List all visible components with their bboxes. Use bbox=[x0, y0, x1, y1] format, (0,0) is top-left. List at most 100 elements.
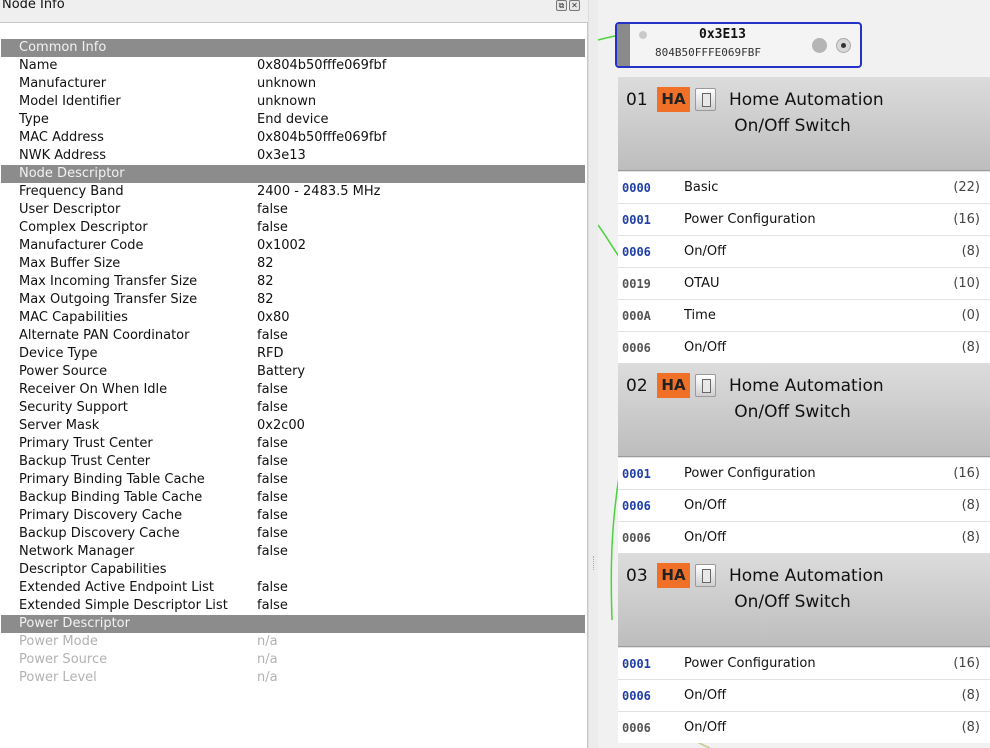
float-icon[interactable]: ⧉ bbox=[556, 0, 567, 11]
property-value: 82 bbox=[257, 292, 274, 307]
property-row: Server Mask 0x2c00 bbox=[1, 417, 585, 435]
cluster-attribute-count: (16) bbox=[953, 466, 980, 481]
cluster-row[interactable]: 0001 Power Configuration (16) bbox=[618, 647, 990, 679]
property-value: RFD bbox=[257, 346, 284, 361]
property-value: false bbox=[257, 526, 288, 541]
property-row: NWK Address 0x3e13 bbox=[1, 147, 585, 165]
endpoint-profile: Home Automation bbox=[729, 566, 884, 586]
property-key: Primary Trust Center bbox=[19, 436, 153, 451]
cluster-name: Time bbox=[684, 308, 716, 323]
node-toggle-button[interactable] bbox=[812, 38, 827, 53]
cluster-row[interactable]: 0001 Power Configuration (16) bbox=[618, 203, 990, 235]
property-row: Network Manager false bbox=[1, 543, 585, 561]
property-value: 0x1002 bbox=[257, 238, 307, 253]
property-row: Primary Trust Center false bbox=[1, 435, 585, 453]
cluster-attribute-count: (8) bbox=[961, 530, 980, 545]
property-key: Extended Simple Descriptor List bbox=[19, 598, 228, 613]
node-led-icon bbox=[639, 31, 647, 39]
cluster-row[interactable]: 000A Time (0) bbox=[618, 299, 990, 331]
node-graph-view[interactable]: 0x3E13 804B50FFFE069FBF 01 HA Home Automat… bbox=[598, 0, 990, 748]
property-value: false bbox=[257, 400, 288, 415]
property-value: false bbox=[257, 472, 288, 487]
endpoint-card[interactable]: 02 HA Home Automation On/Off Switch 0001 Powe… bbox=[618, 363, 990, 553]
cluster-row[interactable]: 0006 On/Off (8) bbox=[618, 489, 990, 521]
cluster-row[interactable]: 0001 Power Configuration (16) bbox=[618, 457, 990, 489]
node-expand-button[interactable] bbox=[836, 38, 851, 53]
property-row: Complex Descriptor false bbox=[1, 219, 585, 237]
ha-profile-badge: HA bbox=[657, 373, 690, 398]
property-value: 0x2c00 bbox=[257, 418, 305, 433]
cluster-row[interactable]: 0006 On/Off (8) bbox=[618, 235, 990, 267]
property-row: Extended Simple Descriptor List false bbox=[1, 597, 585, 615]
cluster-name: On/Off bbox=[684, 720, 727, 735]
cluster-attribute-count: (8) bbox=[961, 720, 980, 735]
endpoint-card[interactable]: 01 HA Home Automation On/Off Switch 0000 Basi… bbox=[618, 77, 990, 363]
property-row: Extended Active Endpoint List false bbox=[1, 579, 585, 597]
cluster-attribute-count: (8) bbox=[961, 340, 980, 355]
property-row: Primary Discovery Cache false bbox=[1, 507, 585, 525]
property-value: n/a bbox=[257, 670, 278, 685]
ha-profile-badge: HA bbox=[657, 87, 690, 112]
link-line bbox=[598, 224, 621, 259]
property-key: Device Type bbox=[19, 346, 98, 361]
endpoint-card[interactable]: 03 HA Home Automation On/Off Switch 0001 Powe… bbox=[618, 553, 990, 743]
property-row: Model Identifier unknown bbox=[1, 93, 585, 111]
cluster-row[interactable]: 0006 On/Off (8) bbox=[618, 331, 990, 363]
property-key: Backup Trust Center bbox=[19, 454, 151, 469]
property-value: 0x3e13 bbox=[257, 148, 306, 163]
cluster-row[interactable]: 0006 On/Off (8) bbox=[618, 711, 990, 743]
property-key: Extended Active Endpoint List bbox=[19, 580, 214, 595]
property-value: 0x804b50fffe069fbf bbox=[257, 130, 387, 145]
node-status-strip bbox=[617, 24, 630, 66]
endpoint-device-type: On/Off Switch bbox=[734, 402, 851, 422]
property-key: Power Source bbox=[19, 364, 108, 379]
splitter-grip-icon[interactable] bbox=[593, 556, 595, 570]
panel-splitter[interactable] bbox=[588, 0, 598, 748]
cluster-attribute-count: (8) bbox=[961, 498, 980, 513]
property-row: Device Type RFD bbox=[1, 345, 585, 363]
property-row: Manufacturer unknown bbox=[1, 75, 585, 93]
property-key: NWK Address bbox=[19, 148, 107, 163]
endpoint-header[interactable]: 01 HA Home Automation On/Off Switch bbox=[618, 77, 990, 171]
cluster-row[interactable]: 0006 On/Off (8) bbox=[618, 521, 990, 553]
property-key: MAC Capabilities bbox=[19, 310, 128, 325]
property-value: false bbox=[257, 598, 288, 613]
property-row: Backup Trust Center false bbox=[1, 453, 585, 471]
section-header[interactable]: Common Info bbox=[1, 39, 585, 57]
property-value: false bbox=[257, 508, 288, 523]
cluster-id: 0006 bbox=[622, 245, 651, 259]
cluster-id: 000A bbox=[622, 309, 651, 323]
property-key: Power Level bbox=[19, 670, 97, 685]
property-key: Name bbox=[19, 58, 58, 73]
section-header[interactable]: Node Descriptor bbox=[1, 165, 585, 183]
cluster-attribute-count: (10) bbox=[953, 276, 980, 291]
panel-title: Node Info bbox=[2, 0, 65, 12]
node-header[interactable]: 0x3E13 804B50FFFE069FBF bbox=[615, 22, 862, 68]
cluster-name: On/Off bbox=[684, 340, 727, 355]
property-key: Manufacturer bbox=[19, 76, 107, 91]
property-value: n/a bbox=[257, 652, 278, 667]
property-row: Power Level n/a bbox=[1, 669, 585, 687]
property-key: Type bbox=[19, 112, 49, 127]
property-key: Primary Binding Table Cache bbox=[19, 472, 205, 487]
property-row: Name 0x804b50fffe069fbf bbox=[1, 57, 585, 75]
endpoint-device-type: On/Off Switch bbox=[734, 116, 851, 136]
endpoint-header[interactable]: 02 HA Home Automation On/Off Switch bbox=[618, 363, 990, 457]
ha-profile-badge: HA bbox=[657, 563, 690, 588]
property-value: unknown bbox=[257, 76, 317, 91]
cluster-row[interactable]: 0000 Basic (22) bbox=[618, 171, 990, 203]
cluster-name: On/Off bbox=[684, 530, 727, 545]
section-header[interactable]: Power Descriptor bbox=[1, 615, 585, 633]
endpoint-header[interactable]: 03 HA Home Automation On/Off Switch bbox=[618, 553, 990, 647]
switch-icon bbox=[695, 88, 716, 111]
cluster-id: 0001 bbox=[622, 213, 651, 227]
cluster-id: 0001 bbox=[622, 657, 651, 671]
property-value: 82 bbox=[257, 274, 274, 289]
cluster-row[interactable]: 0019 OTAU (10) bbox=[618, 267, 990, 299]
close-icon[interactable]: ✕ bbox=[569, 0, 580, 11]
property-row: Receiver On When Idle false bbox=[1, 381, 585, 399]
cluster-row[interactable]: 0006 On/Off (8) bbox=[618, 679, 990, 711]
property-value: false bbox=[257, 220, 288, 235]
property-value: false bbox=[257, 328, 288, 343]
property-key: Alternate PAN Coordinator bbox=[19, 328, 190, 343]
